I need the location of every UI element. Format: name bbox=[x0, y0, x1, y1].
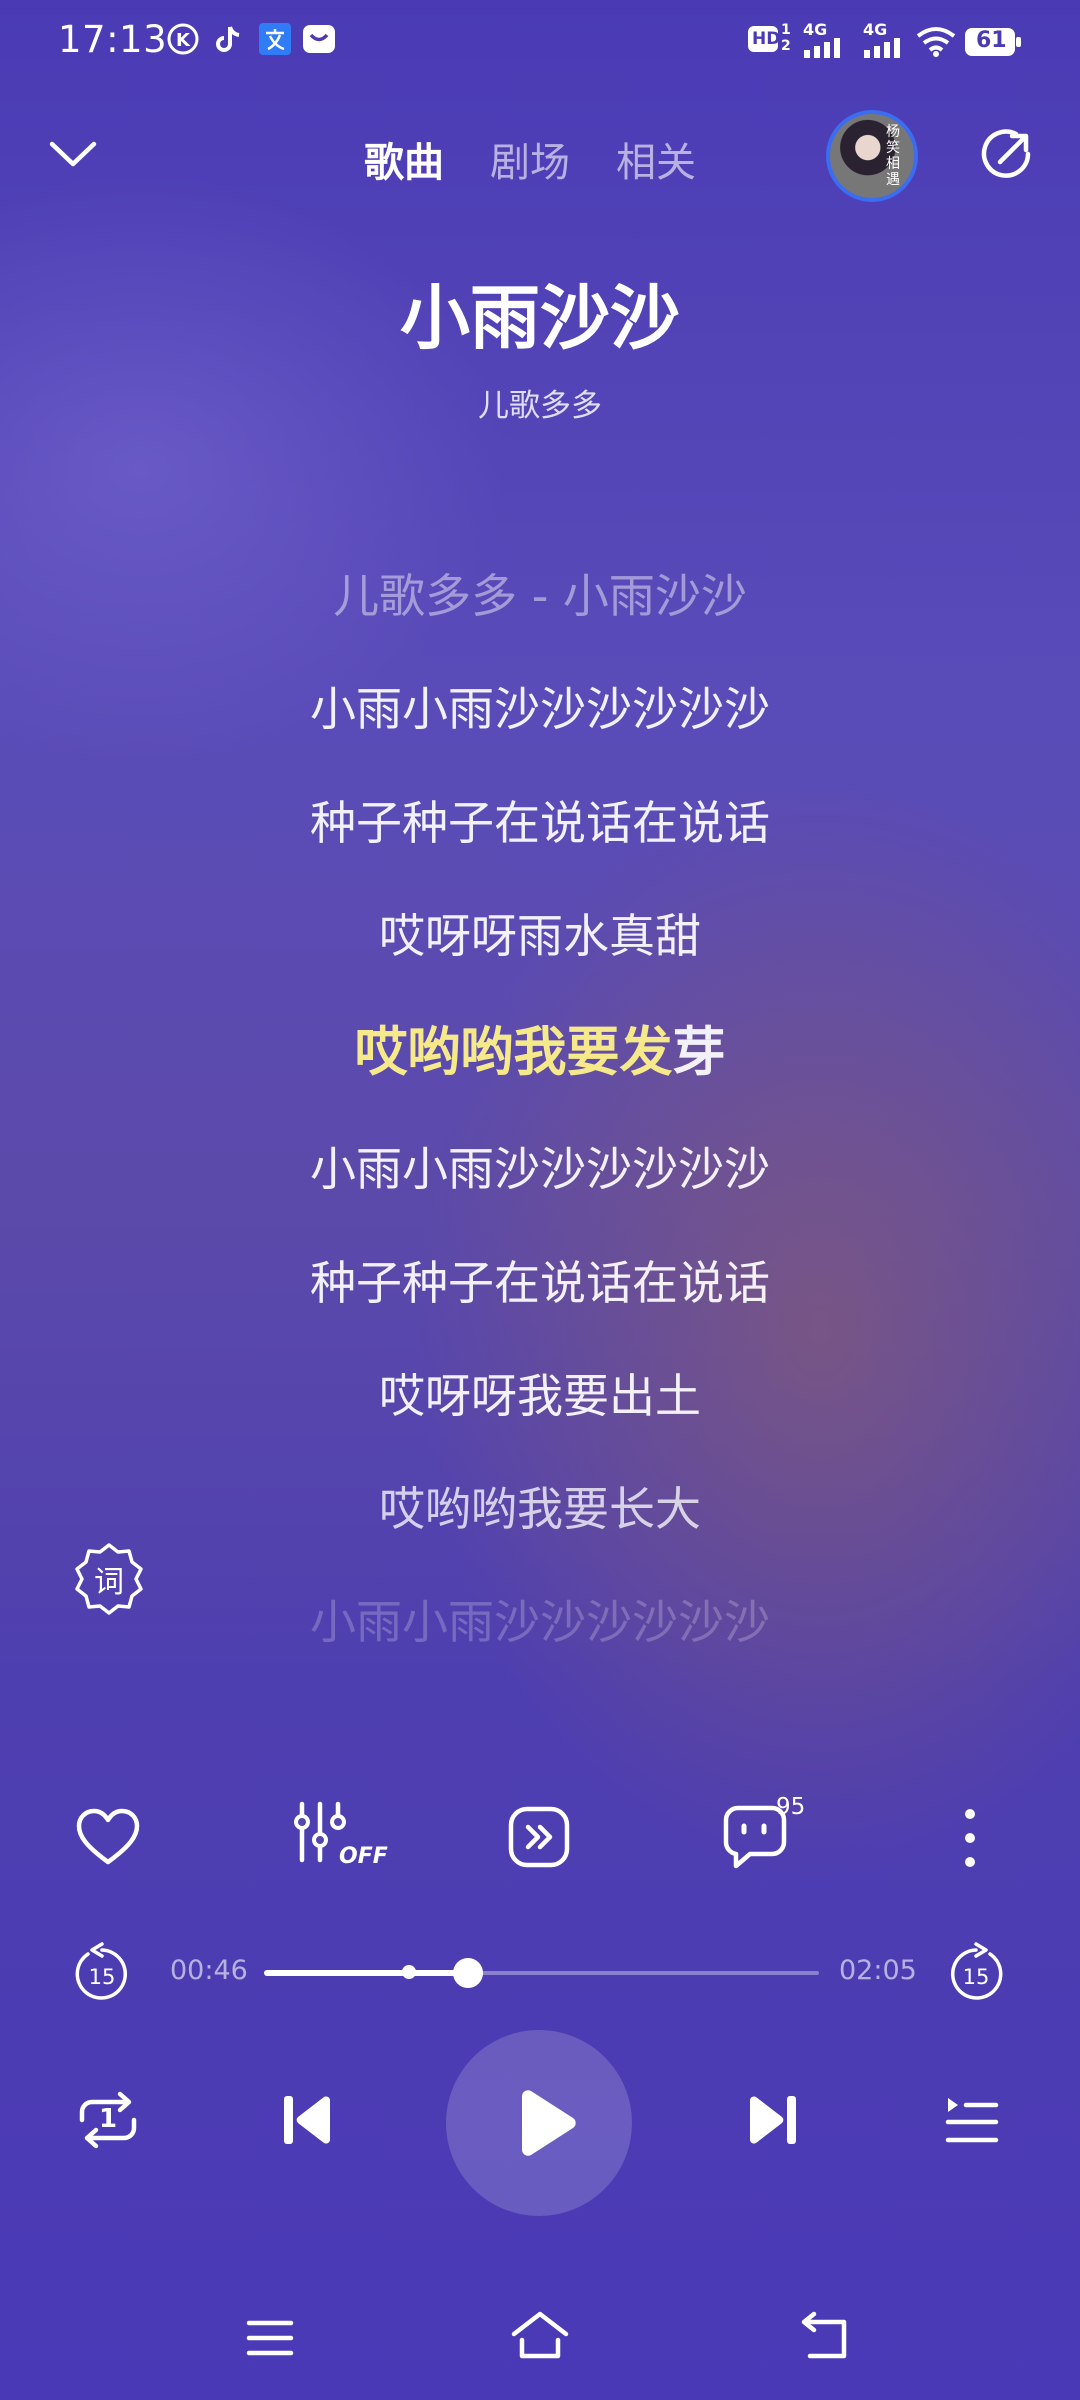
like-button[interactable] bbox=[76, 1808, 140, 1866]
lyric-line: 哎呀呀我要出土 bbox=[379, 1369, 701, 1423]
share-icon bbox=[981, 129, 1031, 178]
status-time: 17:13 bbox=[58, 18, 168, 61]
equalizer-state: OFF bbox=[339, 1844, 388, 1869]
previous-button[interactable] bbox=[280, 2092, 334, 2148]
lyric-unsung-part: 芽 bbox=[672, 1022, 726, 1083]
lyric-mode-button[interactable]: 词 bbox=[74, 1542, 144, 1615]
lyric-line: 种子种子在说话在说话 bbox=[310, 1256, 770, 1310]
more-button[interactable] bbox=[958, 1808, 982, 1868]
play-pause-button[interactable] bbox=[446, 2030, 632, 2216]
song-title: 小雨沙沙 bbox=[400, 277, 680, 359]
seek-progress-fill bbox=[264, 1970, 469, 1976]
status-bar: 17:13 K HD 1 2 4G 4G 61 bbox=[0, 0, 1080, 80]
tiktok-icon bbox=[212, 22, 246, 56]
mail-icon bbox=[302, 22, 336, 56]
skip-next-icon bbox=[750, 2096, 796, 2144]
hd-icon: HD 1 2 bbox=[748, 22, 794, 58]
playlist-icon bbox=[945, 2098, 999, 2143]
lyric-line: 哎呀呀雨水真甜 bbox=[379, 909, 701, 963]
battery-level: 61 bbox=[976, 28, 1007, 53]
next-button[interactable] bbox=[746, 2092, 800, 2148]
skip-intro-button[interactable] bbox=[508, 1806, 570, 1868]
avatar[interactable]: 杨 笑 相 遇 bbox=[826, 110, 918, 202]
collapse-button[interactable] bbox=[46, 134, 100, 174]
signal-4g-icon: 4G bbox=[862, 20, 908, 60]
back-icon bbox=[801, 2311, 847, 2359]
seek-thumb[interactable] bbox=[453, 1958, 484, 1988]
lyric-line-current: 哎哟哟我要发芽 bbox=[0, 1010, 1080, 1086]
equalizer-button[interactable]: OFF bbox=[292, 1800, 388, 1870]
nav-back-button[interactable] bbox=[798, 2310, 852, 2360]
chevron-down-icon bbox=[49, 141, 97, 167]
battery-icon: 61 bbox=[964, 26, 1022, 58]
k-icon: K bbox=[166, 22, 200, 56]
seek-marker bbox=[402, 1965, 416, 1979]
share-button[interactable] bbox=[978, 128, 1034, 184]
hd-label: HD bbox=[752, 29, 781, 49]
lyric-sung-part: 哎哟哟我要发 bbox=[354, 1022, 673, 1083]
tab-song[interactable]: 歌曲 bbox=[364, 130, 444, 188]
repeat-label: 1 bbox=[98, 2104, 118, 2134]
nav-home-button[interactable] bbox=[510, 2310, 570, 2360]
home-icon bbox=[511, 2311, 569, 2359]
avatar-text: 杨 笑 相 遇 bbox=[886, 124, 900, 188]
lyric-line: 小雨小雨沙沙沙沙沙沙 bbox=[310, 682, 770, 736]
playlist-button[interactable] bbox=[944, 2094, 1000, 2146]
hd-sub-2: 2 bbox=[781, 38, 791, 54]
comment-count: 95 bbox=[776, 1794, 806, 1820]
signal-4g-icon: 4G bbox=[802, 20, 848, 60]
menu-icon bbox=[246, 2320, 294, 2356]
wifi-icon bbox=[916, 24, 956, 58]
lyric-line: 儿歌多多 - 小雨沙沙 bbox=[333, 569, 747, 623]
forward-15-button[interactable]: 15 bbox=[948, 1942, 1004, 2002]
svg-text:K: K bbox=[176, 30, 191, 51]
play-icon bbox=[522, 2090, 576, 2156]
more-vertical-icon bbox=[965, 1809, 975, 1867]
rewind-seconds: 15 bbox=[88, 1965, 116, 1989]
tab-related[interactable]: 相关 bbox=[616, 130, 696, 188]
lyrics-panel[interactable]: 儿歌多多 - 小雨沙沙 小雨小雨沙沙沙沙沙沙 种子种子在说话在说话 哎呀呀雨水真… bbox=[0, 540, 1080, 1660]
translate-icon bbox=[258, 22, 292, 56]
tab-theater[interactable]: 剧场 bbox=[490, 130, 570, 188]
lyric-line: 种子种子在说话在说话 bbox=[310, 796, 770, 850]
elapsed-time: 00:46 bbox=[170, 1955, 248, 1986]
rewind-15-button[interactable]: 15 bbox=[74, 1942, 130, 2002]
fast-forward-icon bbox=[508, 1806, 570, 1868]
lyric-line: 哎哟哟我要长大 bbox=[379, 1482, 701, 1536]
repeat-button[interactable]: 1 bbox=[76, 2090, 140, 2150]
artist-name[interactable]: 儿歌多多 bbox=[0, 380, 1080, 425]
lyric-line: 小雨小雨沙沙沙沙沙沙 bbox=[310, 1142, 770, 1196]
lyric-line: 小雨小雨沙沙沙沙沙沙 bbox=[310, 1595, 770, 1649]
nav-menu-button[interactable] bbox=[246, 2318, 294, 2358]
forward-seconds: 15 bbox=[962, 1965, 990, 1989]
skip-previous-icon bbox=[284, 2096, 330, 2144]
duration-time: 02:05 bbox=[839, 1955, 917, 1986]
hd-sub-1: 1 bbox=[781, 22, 791, 38]
heart-icon bbox=[76, 1808, 140, 1865]
lyric-mode-label: 词 bbox=[94, 1565, 124, 1600]
